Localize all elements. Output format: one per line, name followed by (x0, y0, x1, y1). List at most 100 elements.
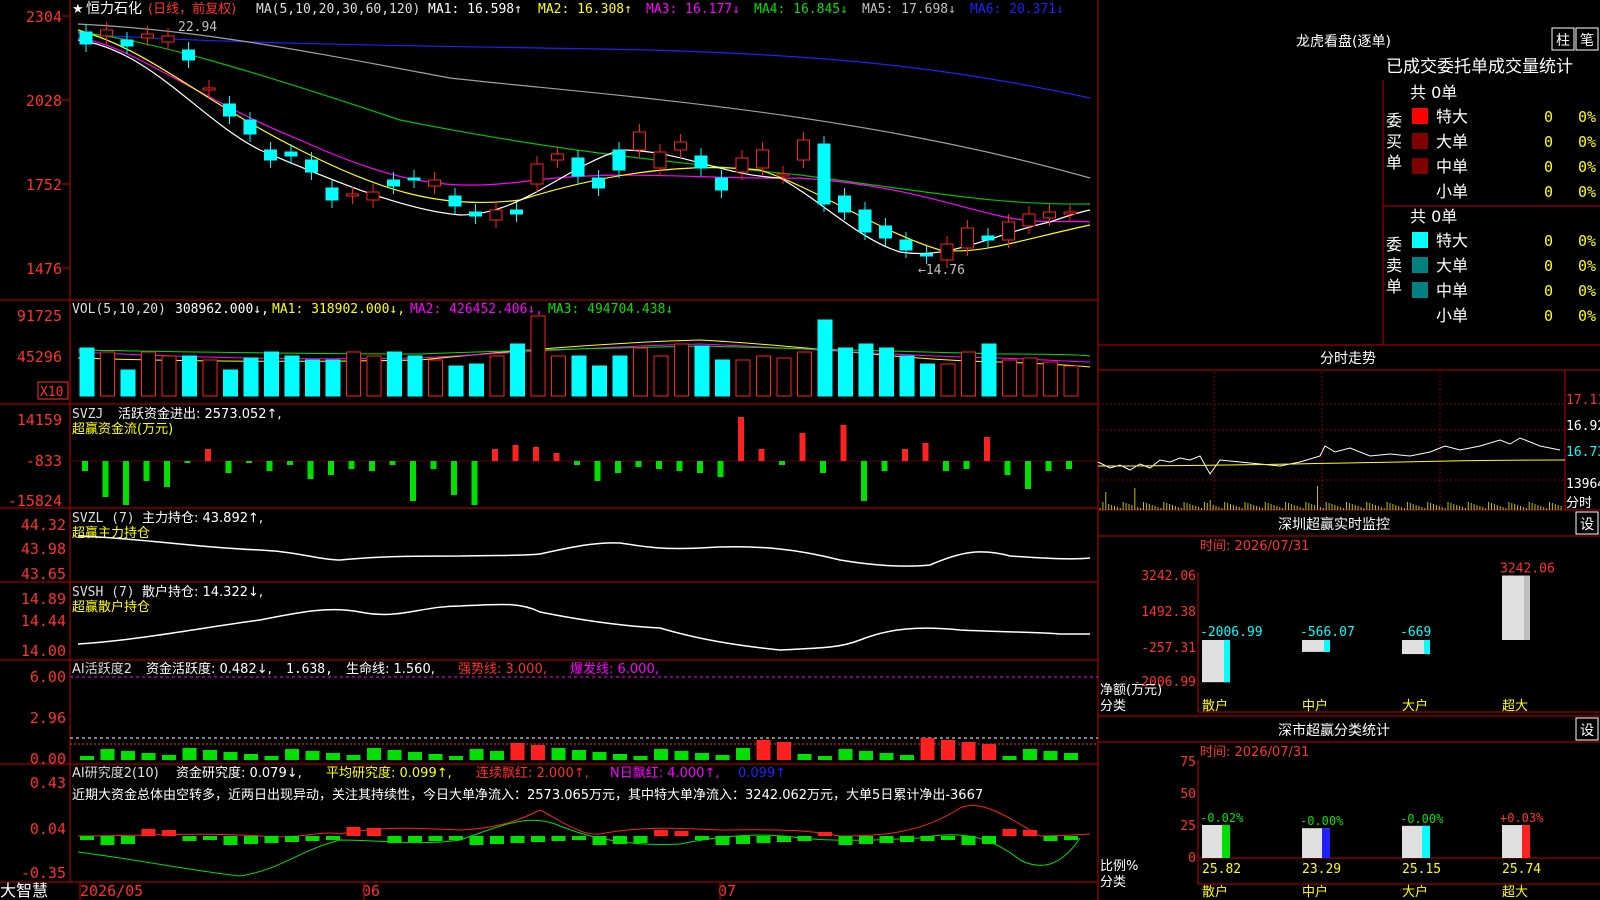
svg-text:0: 0 (1188, 851, 1196, 866)
ai2-bar (326, 836, 340, 840)
flow-bar (615, 461, 621, 473)
monitor-ylabel: 净额(万元) (1100, 683, 1162, 698)
lhb-title: 龙虎看盘(逐单) (1296, 33, 1391, 50)
volume-bar (735, 359, 751, 397)
candle-body (1063, 211, 1077, 215)
buy-total: 共 0单 (1410, 83, 1457, 102)
svg-text:14.89: 14.89 (21, 590, 66, 608)
volume-bar (1002, 359, 1017, 397)
svg-text:-833: -833 (26, 452, 62, 470)
row-count: 0 (1544, 307, 1553, 325)
monitor-bar-edge (1224, 640, 1230, 683)
flow-bar (717, 461, 724, 477)
flow-bar (574, 461, 580, 465)
monitor-category: 散户 (1202, 698, 1228, 714)
candle-body (633, 131, 646, 151)
candle-body (305, 159, 318, 173)
svg-text:平均研究度: 0.099↑,: 平均研究度: 0.099↑, (326, 765, 452, 781)
ai1-bar (572, 750, 586, 760)
ai1-bar (264, 756, 279, 760)
flow-bar (840, 425, 847, 461)
monitor-title: 深圳超赢实时监控 (1278, 516, 1390, 533)
low-note: ←14.76 (918, 263, 965, 278)
svg-text:买: 买 (1386, 132, 1402, 151)
row-pct: 0% (1578, 282, 1596, 300)
volume-bar (141, 351, 156, 397)
candle-body (510, 209, 523, 215)
svg-text:★: ★ (72, 2, 84, 17)
ai1-bar (285, 749, 299, 760)
flow-bar (430, 461, 437, 469)
ai1-bar (674, 751, 689, 760)
flow-bar (123, 461, 129, 505)
svg-text:分时: 分时 (1566, 496, 1592, 511)
svg-text:6.00: 6.00 (30, 668, 66, 686)
flow-bar (799, 433, 806, 461)
candle-body (1043, 211, 1056, 219)
volume-bar (592, 365, 607, 397)
monitor-category: 超大 (1502, 699, 1528, 714)
ai2-bar (674, 831, 689, 836)
ai1-bar (838, 749, 853, 760)
monitor-axis: 3242.06 1492.38 -257.31 -2006.99 (1133, 569, 1196, 690)
ai1-bar (654, 749, 668, 760)
ai1-bar (203, 750, 217, 760)
svg-text:单: 单 (1386, 153, 1402, 172)
candle-body (120, 39, 134, 47)
svzj-header: SVZJ 活跃资金进出: 2573.052↑, 超赢资金流(万元) (72, 406, 282, 437)
svg-text:44.32: 44.32 (21, 516, 66, 534)
flow-bar (861, 461, 867, 501)
flow-bar (246, 461, 252, 463)
candle-body (79, 31, 93, 45)
candle-body (817, 143, 831, 205)
ai1-bar (490, 751, 504, 760)
flow-bar (738, 417, 744, 461)
price-tick: 2304 (26, 8, 62, 26)
stat-change: -0.00% (1400, 812, 1444, 826)
volume-bar (633, 347, 648, 397)
stat-bar-edge (1322, 828, 1330, 858)
svg-text:单: 单 (1386, 277, 1402, 296)
ai1-bar (408, 752, 422, 760)
flow-bar (1066, 461, 1072, 469)
price-tick: 1476 (26, 260, 62, 278)
ai2-bar (80, 836, 94, 840)
svg-text:0.04: 0.04 (30, 820, 66, 838)
volume-bar (489, 355, 505, 397)
ai1-axis: 6.00 2.96 0.00 (30, 668, 66, 768)
date-label: 07 (718, 882, 736, 900)
volume-bar (469, 363, 484, 397)
stat-bar-edge (1222, 824, 1230, 858)
monitor-settings-button[interactable]: 设 (1575, 511, 1599, 535)
row-label: 小单 (1436, 306, 1468, 325)
ai2-bar (162, 830, 176, 836)
ai2-bar (141, 829, 156, 836)
ai2-bar (941, 836, 955, 840)
volume-bar (243, 357, 259, 397)
row-count: 0 (1544, 133, 1553, 151)
candle-body (694, 155, 708, 169)
svg-text:超赢资金流(万元): 超赢资金流(万元) (72, 421, 173, 437)
ma-label: MA(5,10,20,30,60,120) (256, 2, 420, 17)
ai1-bar (920, 738, 935, 760)
lhb-tabs[interactable]: 已成交委托单成交量统计 (1386, 57, 1573, 77)
ai1-bar (326, 753, 340, 760)
stat-bar-edge (1522, 825, 1530, 858)
svzj-axis: 14159 -833 -15824 (8, 411, 62, 510)
stat-change: -0.02% (1200, 811, 1244, 825)
btn-zhu[interactable]: 柱 (1551, 27, 1575, 51)
candle-body (100, 29, 113, 37)
ma3-value: MA3: 16.177↓ (646, 2, 740, 17)
btn-bi[interactable]: 笔 (1575, 27, 1599, 51)
ai1-bar (80, 756, 94, 760)
stat-change: +0.03% (1500, 811, 1544, 825)
stat-settings-button[interactable]: 设 (1575, 717, 1599, 741)
ai2-bar (203, 836, 217, 840)
date-label: 2026/05 (80, 882, 143, 900)
volume-bar (653, 355, 669, 397)
ma2-line (77, 29, 1091, 252)
ai2-bar (1002, 829, 1017, 836)
ai1-bar (633, 756, 648, 760)
volume-bar (797, 351, 812, 397)
ai1-bar (531, 745, 545, 760)
